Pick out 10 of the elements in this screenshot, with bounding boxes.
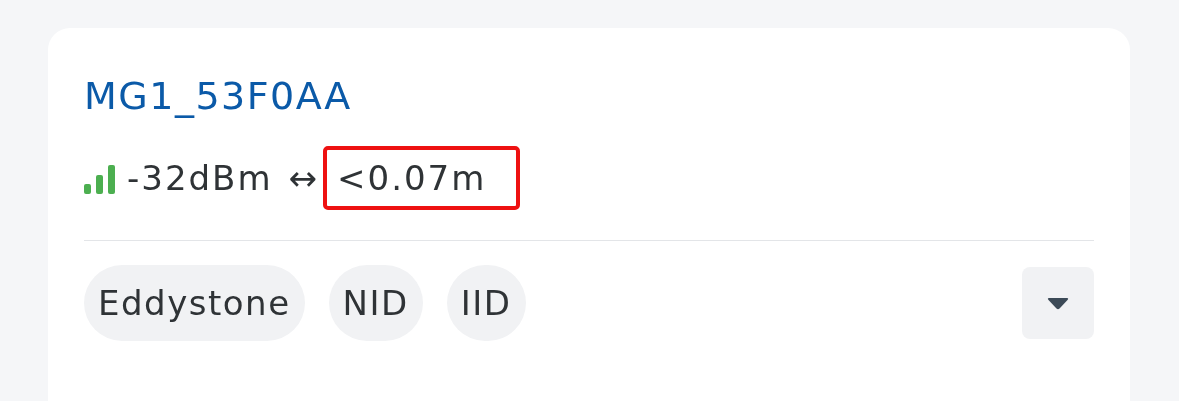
distance-text: <0.07m — [323, 146, 521, 210]
tag-chip: Eddystone — [84, 265, 305, 341]
caret-icon — [1047, 296, 1069, 310]
device-name: MG1_53F0AA — [84, 73, 353, 120]
range-icon: ↔ — [288, 156, 320, 200]
tag-chip: NID — [328, 265, 423, 341]
signal-strength: -32dBm — [127, 157, 273, 200]
tag-chip: IID — [446, 265, 526, 341]
signal-icon — [84, 162, 117, 194]
expand-button[interactable] — [1022, 267, 1094, 339]
